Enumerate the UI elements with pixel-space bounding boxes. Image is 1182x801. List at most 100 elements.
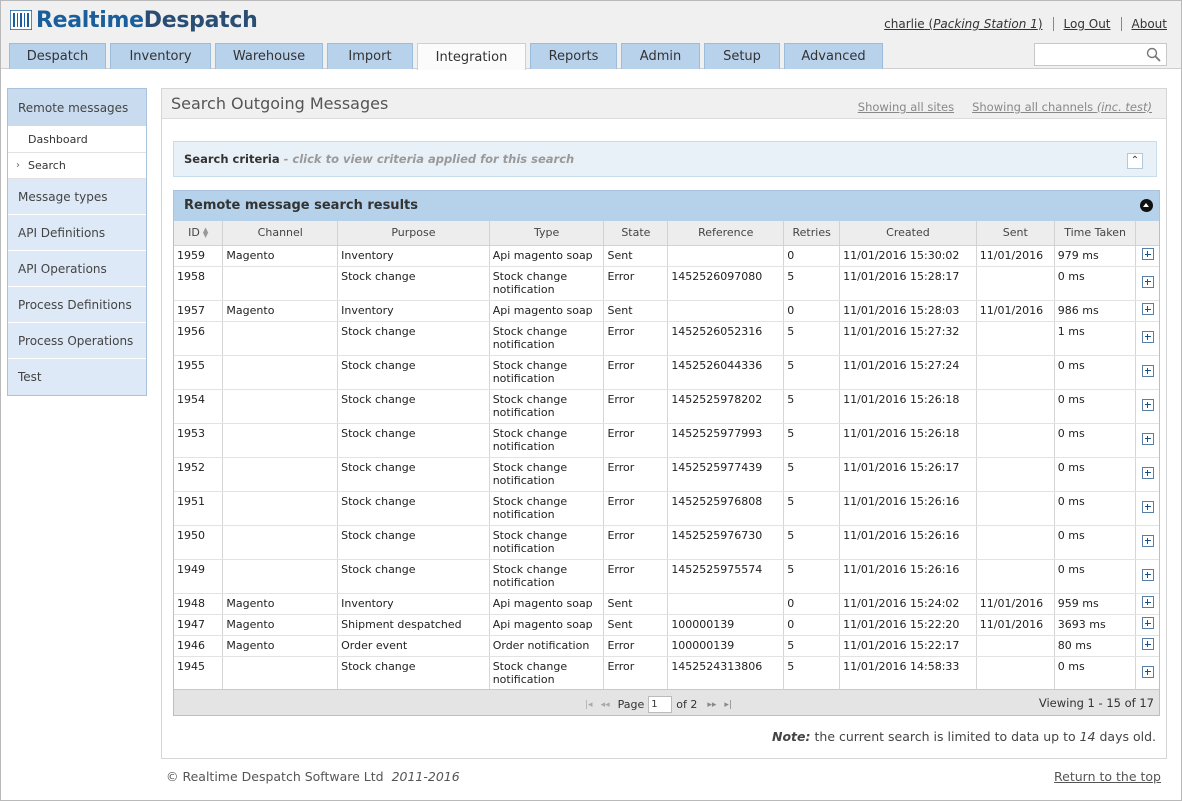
cell-purpose: Stock change [337, 389, 490, 424]
cell-purpose: Stock change [337, 423, 490, 458]
cell-sent: 11/01/2016 [976, 593, 1055, 615]
cell-sent [976, 635, 1055, 657]
showing-sites-link[interactable]: Showing all sites [858, 100, 954, 114]
sidebar-item-api-operations[interactable]: API Operations [8, 251, 146, 287]
sidebar-item-process-definitions[interactable]: Process Definitions [8, 287, 146, 323]
expand-row-icon[interactable] [1141, 398, 1154, 411]
expand-row-icon[interactable] [1141, 534, 1154, 547]
column-header-id[interactable]: ID ▲ ▼ [174, 221, 224, 246]
cell-id: 1947 [174, 614, 224, 636]
cell-created: 11/01/2016 15:27:24 [839, 355, 977, 390]
expand-row-icon[interactable] [1141, 303, 1154, 315]
cell-reference [667, 593, 785, 615]
cell-reference: 1452526044336 [667, 355, 785, 390]
about-link[interactable]: About [1132, 17, 1167, 31]
user-link[interactable]: charlie (Packing Station 1) [884, 17, 1042, 31]
column-header-reference[interactable]: Reference [667, 221, 785, 246]
cell-sent [976, 491, 1055, 526]
next-page-icon[interactable]: ▸▸ [707, 700, 716, 710]
expand-row-icon[interactable] [1141, 500, 1154, 513]
tab-inventory[interactable]: Inventory [110, 43, 211, 69]
sidebar-sub-dashboard[interactable]: Dashboard [8, 127, 146, 153]
tab-setup[interactable]: Setup [704, 43, 780, 69]
sort-icon[interactable]: ▲ ▼ [203, 227, 208, 239]
expand-row-icon[interactable] [1141, 364, 1154, 377]
column-header-state[interactable]: State [603, 221, 669, 246]
search-criteria-panel[interactable]: Search criteria - click to view criteria… [173, 141, 1157, 177]
logout-link[interactable]: Log Out [1064, 17, 1111, 31]
cell-purpose: Stock change [337, 457, 490, 492]
table-row[interactable]: 1949 Stock change Stock change notificatio… [174, 559, 1159, 594]
expand-row-icon[interactable] [1141, 665, 1154, 678]
table-row[interactable]: 1951 Stock change Stock change notificatio… [174, 491, 1159, 526]
sidebar-item-process-operations[interactable]: Process Operations [8, 323, 146, 359]
sidebar-item-api-definitions[interactable]: API Definitions [8, 215, 146, 251]
table-row[interactable]: 1950 Stock change Stock change notificatio… [174, 525, 1159, 560]
expand-row-icon[interactable] [1141, 638, 1154, 650]
cell-state: Error [603, 457, 669, 492]
search-input[interactable] [1034, 43, 1167, 66]
expand-row-icon[interactable] [1141, 596, 1154, 608]
logo-text: RealtimeDespatch [36, 7, 258, 33]
last-page-icon[interactable]: ▸| [724, 700, 732, 710]
cell-id: 1955 [174, 355, 224, 390]
cell-retries: 5 [783, 266, 841, 301]
expand-row-icon[interactable] [1141, 248, 1154, 260]
table-row[interactable]: 1952 Stock change Stock change notificatio… [174, 457, 1159, 492]
expand-row-icon[interactable] [1141, 432, 1154, 445]
tab-despatch[interactable]: Despatch [9, 43, 106, 69]
tab-import[interactable]: Import [327, 43, 413, 69]
showing-channels-link[interactable]: Showing all channels (inc. test) [972, 100, 1152, 114]
cell-reference: 1452524313806 [667, 656, 785, 691]
cell-purpose: Stock change [337, 525, 490, 560]
tab-advanced[interactable]: Advanced [784, 43, 883, 69]
cell-reference: 1452525975574 [667, 559, 785, 594]
table-row[interactable]: 1955 Stock change Stock change notificatio… [174, 355, 1159, 390]
tab-admin[interactable]: Admin [621, 43, 700, 69]
collapse-icon[interactable] [1140, 199, 1153, 212]
column-header-sent[interactable]: Sent [976, 221, 1055, 246]
column-header-created[interactable]: Created [839, 221, 977, 246]
table-row[interactable]: 1948 Magento Inventory Api magento soap Sent… [174, 593, 1159, 615]
expand-row-icon[interactable] [1141, 330, 1154, 343]
tab-warehouse[interactable]: Warehouse [215, 43, 323, 69]
sidebar: Remote messages Dashboard › Search Messa… [7, 88, 147, 396]
column-header-type[interactable]: Type [489, 221, 605, 246]
table-row[interactable]: 1956 Stock change Stock change notificatio… [174, 321, 1159, 356]
table-row[interactable]: 1953 Stock change Stock change notificatio… [174, 423, 1159, 458]
column-header-time-taken[interactable]: Time Taken [1054, 221, 1137, 246]
expand-row-icon[interactable] [1141, 466, 1154, 479]
column-header-purpose[interactable]: Purpose [337, 221, 490, 246]
column-header-channel[interactable]: Channel [222, 221, 339, 246]
table-row[interactable]: 1959 Magento Inventory Api magento soap Sent… [174, 245, 1159, 267]
prev-page-icon[interactable]: ◂◂ [601, 700, 610, 710]
cell-type: Stock change notification [489, 559, 605, 594]
sidebar-sub-search[interactable]: › Search [8, 153, 146, 179]
cell-id: 1948 [174, 593, 224, 615]
copyright: © Realtime Despatch Software Ltd 2011-20… [166, 769, 460, 784]
table-row[interactable]: 1945 Stock change Stock change notificatio… [174, 656, 1159, 691]
logo[interactable]: RealtimeDespatch [10, 7, 258, 33]
expand-criteria-button[interactable]: ⌃ [1127, 153, 1143, 169]
cell-channel: Magento [222, 614, 339, 636]
return-to-top-link[interactable]: Return to the top [1054, 769, 1161, 784]
table-row[interactable]: 1954 Stock change Stock change notificatio… [174, 389, 1159, 424]
table-row[interactable]: 1957 Magento Inventory Api magento soap Sent… [174, 300, 1159, 322]
sidebar-item-remote-messages[interactable]: Remote messages [8, 89, 146, 127]
search-icon[interactable] [1146, 47, 1161, 62]
table-row[interactable]: 1946 Magento Order event Order notification… [174, 635, 1159, 657]
table-row[interactable]: 1947 Magento Shipment despatched Api magent… [174, 614, 1159, 636]
column-header-retries[interactable]: Retries [783, 221, 841, 246]
tab-reports[interactable]: Reports [530, 43, 617, 69]
expand-row-icon[interactable] [1141, 617, 1154, 629]
tab-integration[interactable]: Integration [417, 43, 526, 70]
sidebar-item-message-types[interactable]: Message types [8, 179, 146, 215]
expand-row-icon[interactable] [1141, 275, 1154, 288]
page-count: of 2 [676, 698, 698, 711]
sidebar-item-test[interactable]: Test [8, 359, 146, 395]
cell-type: Api magento soap [489, 245, 605, 267]
page-number-input[interactable]: 1 [648, 696, 673, 713]
first-page-icon[interactable]: |◂ [585, 700, 593, 710]
expand-row-icon[interactable] [1141, 568, 1154, 581]
table-row[interactable]: 1958 Stock change Stock change notificatio… [174, 266, 1159, 301]
